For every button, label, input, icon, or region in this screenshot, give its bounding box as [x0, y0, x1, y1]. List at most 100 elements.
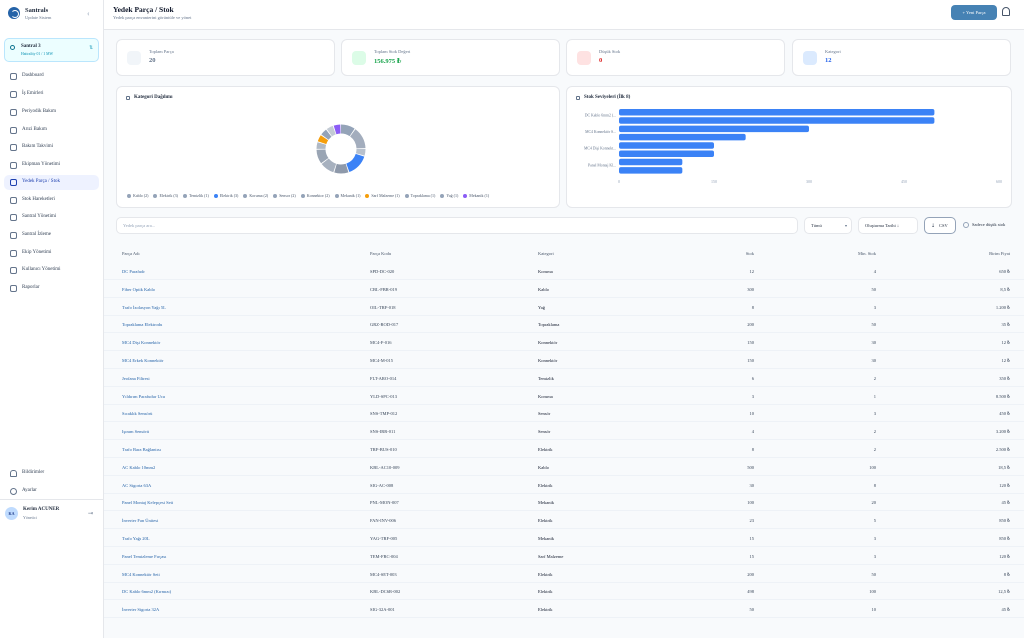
csv-export-button[interactable]: ⤓ CSV	[924, 217, 956, 234]
nav-label: Kullanıcı Yönetimi	[22, 267, 61, 272]
part-stock: 10	[749, 411, 755, 417]
table-row[interactable]: Yıldırım Parafudur Ucu YLD-SPC-013 Koruma 3…	[104, 387, 1024, 405]
sort-select[interactable]: Oluşturma Tarihi ↓	[858, 217, 918, 234]
category-select[interactable]: Tümü ▾	[804, 217, 852, 234]
part-code: SNS-IRR-011	[370, 429, 396, 435]
col-part-code[interactable]: Parça Kodu	[370, 251, 391, 256]
legend-dot	[440, 194, 445, 199]
part-name-link[interactable]: Panel Montaj Kelepçesi Seti	[122, 500, 173, 505]
table-row[interactable]: Panel Montaj Kelepçesi Seti PNL-MON-007 Me…	[104, 493, 1024, 512]
bar	[619, 117, 935, 124]
chevron-down-icon: ▾	[844, 223, 847, 228]
nav-item-11[interactable]: Kullanıcı Yönetimi	[4, 263, 99, 278]
table-row[interactable]: DC Kablo 6mm2 (Kırmızı) KBL-DC6R-002 Elekt…	[104, 582, 1024, 601]
col-part-name[interactable]: Parça Adı	[122, 251, 140, 256]
part-name-link[interactable]: MC4 Erkek Konnektör	[122, 358, 164, 363]
part-name-link[interactable]: Fiber Optik Kablo	[122, 287, 155, 292]
legend-dot	[365, 194, 370, 199]
part-name-link[interactable]: Jeofana Filtresi	[122, 376, 150, 381]
part-name-link[interactable]: Trafo İzolasyon Yağı 5L	[122, 305, 166, 310]
table-row[interactable]: MC4 Dişi Konnektör MC4-F-016 Konnektör 150 3…	[104, 333, 1024, 352]
part-category: Mekanik	[538, 536, 554, 541]
table-row[interactable]: Jeofana Filtresi FLT-ARO-014 Temizlik 6 2 350…	[104, 369, 1024, 387]
nav-item-10[interactable]: Ekip Yönetimi	[4, 246, 99, 261]
nav-item-4[interactable]: Bakım Takvimi	[4, 140, 99, 155]
table-row[interactable]: DC Parafudr SPD-DC-020 Koruma 12 4 650 ₺	[104, 262, 1024, 280]
table-row[interactable]: Işınım Sensörü SNS-IRR-011 Sensör 4 2 3.200 ₺	[104, 422, 1024, 441]
table-row[interactable]: AC Kablo 10mm2 KBL-AC10-009 Kablo 500 100 18,…	[104, 458, 1024, 476]
table-row[interactable]: Sıcaklık Sensörü SNS-TMP-012 Sensör 10 3 450 …	[104, 404, 1024, 423]
nav-item-7[interactable]: Stok Hareketleri	[4, 193, 99, 208]
part-name-link[interactable]: MC4 Konnektör Seti	[122, 572, 160, 577]
nav-item-3[interactable]: Arızi Bakım	[4, 123, 99, 138]
nav-icon	[10, 267, 17, 274]
part-min-stock: 50	[871, 286, 877, 292]
part-unit-price: 350 ₺	[999, 375, 1010, 381]
part-min-stock: 50	[871, 571, 877, 577]
part-name-link[interactable]: DC Parafudr	[122, 269, 145, 274]
site-selector[interactable]: Santral 3 Hattrality 01 / 1 MW ⇅	[4, 38, 99, 62]
part-name-link[interactable]: Topraklama Elektrodu	[122, 322, 162, 327]
stat-icon	[127, 51, 141, 65]
part-name-link[interactable]: AC Sigorta 63A	[122, 483, 151, 488]
col-category[interactable]: Kategori	[538, 251, 554, 256]
part-name-link[interactable]: İnverter Fan Ünitesi	[122, 518, 158, 523]
part-stock: 8	[751, 304, 754, 310]
nav-icon	[10, 179, 17, 186]
part-min-stock: 2	[873, 429, 876, 435]
part-name-link[interactable]: Işınım Sensörü	[122, 429, 149, 434]
table-row[interactable]: İnverter Fan Ünitesi FAN-INV-006 Elektrik 2…	[104, 511, 1024, 530]
nav-label: İş Emirleri	[22, 91, 44, 96]
col-stock[interactable]: Stok	[704, 251, 754, 256]
nav-item-6[interactable]: Yedek Parça / Stok	[4, 175, 99, 190]
search-input[interactable]: Yedek parça ara...	[116, 217, 798, 234]
part-name-link[interactable]: Trafo Yağı 20L	[122, 536, 149, 541]
part-unit-price: 1.200 ₺	[995, 304, 1010, 310]
table-row[interactable]: MC4 Konnektör Seti MC4-SET-003 Elektrik 200…	[104, 565, 1024, 583]
col-unit-price[interactable]: Birim Fiyat	[960, 251, 1010, 256]
nav-icon	[10, 91, 17, 98]
table-row[interactable]: İnverter Sigorta 32A SIG-32A-001 Elektrik 5…	[104, 600, 1024, 619]
low-stock-checkbox[interactable]	[963, 222, 969, 228]
nav-notifications[interactable]: Bildirimler	[4, 466, 99, 481]
part-unit-price: 12 ₺	[1001, 358, 1011, 363]
part-unit-price: 850 ₺	[999, 536, 1010, 541]
table-row[interactable]: AC Sigorta 63A SIG-AC-008 Elektrik 30 8 120 ₺	[104, 476, 1024, 494]
part-code: TRF-BUS-010	[370, 447, 397, 452]
new-part-button[interactable]: + Yeni Parça	[951, 5, 997, 20]
nav-icon	[10, 109, 17, 116]
table-row[interactable]: Topraklama Elektrodu GRZ-ROD-017 Topraklam…	[104, 315, 1024, 334]
table-row[interactable]: MC4 Erkek Konnektör MC4-M-015 Konnektör 150…	[104, 351, 1024, 369]
stat-label: Kategori	[825, 49, 841, 54]
part-name-link[interactable]: MC4 Dişi Konnektör	[122, 340, 160, 345]
nav-item-5[interactable]: Ekipman Yönetimi	[4, 158, 99, 173]
nav-item-12[interactable]: Raporlar	[4, 281, 99, 296]
nav-label: Santral Yönetimi	[22, 214, 57, 219]
logout-icon[interactable]: ⇥	[88, 510, 93, 517]
table-row[interactable]: Trafo Yağı 20L YAG-TRF-005 Mekanik 15 3 850 ₺	[104, 529, 1024, 547]
part-name-link[interactable]: Sıcaklık Sensörü	[122, 411, 152, 416]
legend-label: Temizlik (1)	[189, 193, 209, 198]
part-code: SPD-DC-020	[370, 269, 395, 274]
part-name-link[interactable]: İnverter Sigorta 32A	[122, 607, 159, 612]
table-row[interactable]: Panel Temizleme Fırçası TEM-FRC-004 Sarf M…	[104, 547, 1024, 565]
nav-item-9[interactable]: Santral İzleme	[4, 228, 99, 243]
nav-item-8[interactable]: Santral Yönetimi	[4, 210, 99, 225]
notification-bell-icon[interactable]	[1002, 7, 1010, 16]
table-row[interactable]: Trafo Bara Bağlantısı TRF-BUS-010 Elektrik…	[104, 440, 1024, 458]
table-row[interactable]: Fiber Optik Kablo CBL-FBR-019 Kablo 300 50 8,…	[104, 280, 1024, 298]
col-min-stock[interactable]: Min. Stok	[826, 251, 876, 256]
collapse-sidebar-icon[interactable]: ‹	[87, 10, 90, 18]
stat-label: Toplam Parça	[149, 49, 174, 54]
part-name-link[interactable]: AC Kablo 10mm2	[122, 465, 155, 470]
nav-item-1[interactable]: İş Emirleri	[4, 87, 99, 102]
part-name-link[interactable]: Yıldırım Parafudur Ucu	[122, 394, 165, 399]
nav-item-0[interactable]: Dashboard	[4, 69, 99, 84]
nav-settings[interactable]: Ayarlar	[4, 484, 99, 499]
part-name-link[interactable]: DC Kablo 6mm2 (Kırmızı)	[122, 589, 171, 594]
part-name-link[interactable]: Trafo Bara Bağlantısı	[122, 447, 161, 452]
part-name-link[interactable]: Panel Temizleme Fırçası	[122, 554, 166, 559]
nav-item-2[interactable]: Periyodik Bakım	[4, 105, 99, 120]
table-row[interactable]: Trafo İzolasyon Yağı 5L OIL-TRF-018 Yağ 8 3 1…	[104, 298, 1024, 316]
part-category: Mekanik	[538, 500, 554, 506]
